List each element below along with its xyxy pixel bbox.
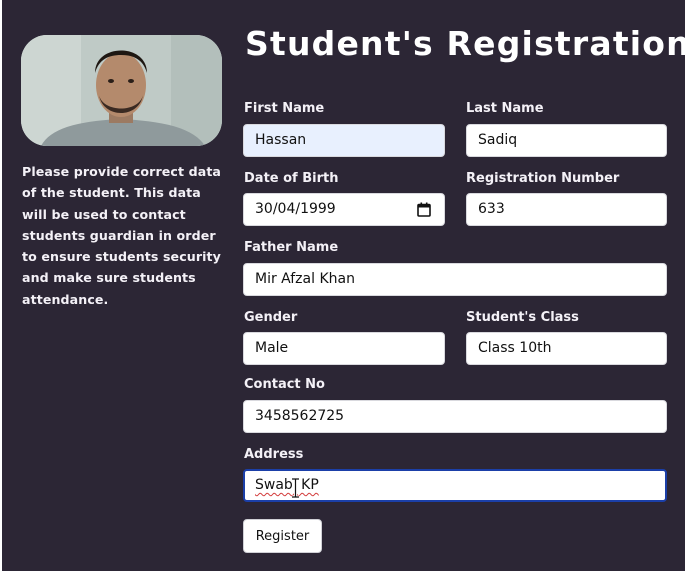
- address-label: Address: [244, 447, 304, 462]
- last-name-value: Sadiq: [478, 132, 518, 148]
- gender-input[interactable]: Male: [243, 332, 445, 365]
- calendar-icon[interactable]: [417, 202, 431, 217]
- student-class-label: Student's Class: [466, 310, 579, 325]
- registration-number-value: 633: [478, 201, 505, 217]
- page-title: Student's Registration: [245, 24, 685, 63]
- student-photo: [21, 35, 222, 146]
- address-value: Swabi KP: [255, 477, 319, 493]
- contact-no-input[interactable]: 3458562725: [243, 400, 667, 433]
- father-name-label: Father Name: [244, 240, 339, 255]
- first-name-label: First Name: [244, 101, 325, 116]
- registration-number-label: Registration Number: [466, 171, 620, 186]
- first-name-value: Hassan: [255, 132, 307, 148]
- registration-number-input[interactable]: 633: [466, 193, 667, 226]
- date-of-birth-label: Date of Birth: [244, 171, 339, 186]
- student-class-input[interactable]: Class 10th: [466, 332, 667, 365]
- text-cursor-icon: [291, 477, 300, 499]
- register-button[interactable]: Register: [243, 519, 322, 553]
- contact-no-value: 3458562725: [255, 408, 345, 424]
- contact-no-label: Contact No: [244, 377, 325, 392]
- date-of-birth-value: 30/04/1999: [255, 201, 336, 217]
- student-class-value: Class 10th: [478, 340, 552, 356]
- first-name-input[interactable]: Hassan: [243, 124, 445, 157]
- gender-label: Gender: [244, 310, 298, 325]
- last-name-input[interactable]: Sadiq: [466, 124, 667, 157]
- date-of-birth-input[interactable]: 30/04/1999: [243, 193, 445, 226]
- address-input[interactable]: Swabi KP: [243, 469, 667, 502]
- instructions-text: Please provide correct data of the stude…: [22, 164, 222, 307]
- registration-page: Please provide correct data of the stude…: [2, 0, 685, 571]
- last-name-label: Last Name: [466, 101, 544, 116]
- father-name-value: Mir Afzal Khan: [255, 271, 355, 287]
- gender-value: Male: [255, 340, 289, 356]
- father-name-input[interactable]: Mir Afzal Khan: [243, 263, 667, 296]
